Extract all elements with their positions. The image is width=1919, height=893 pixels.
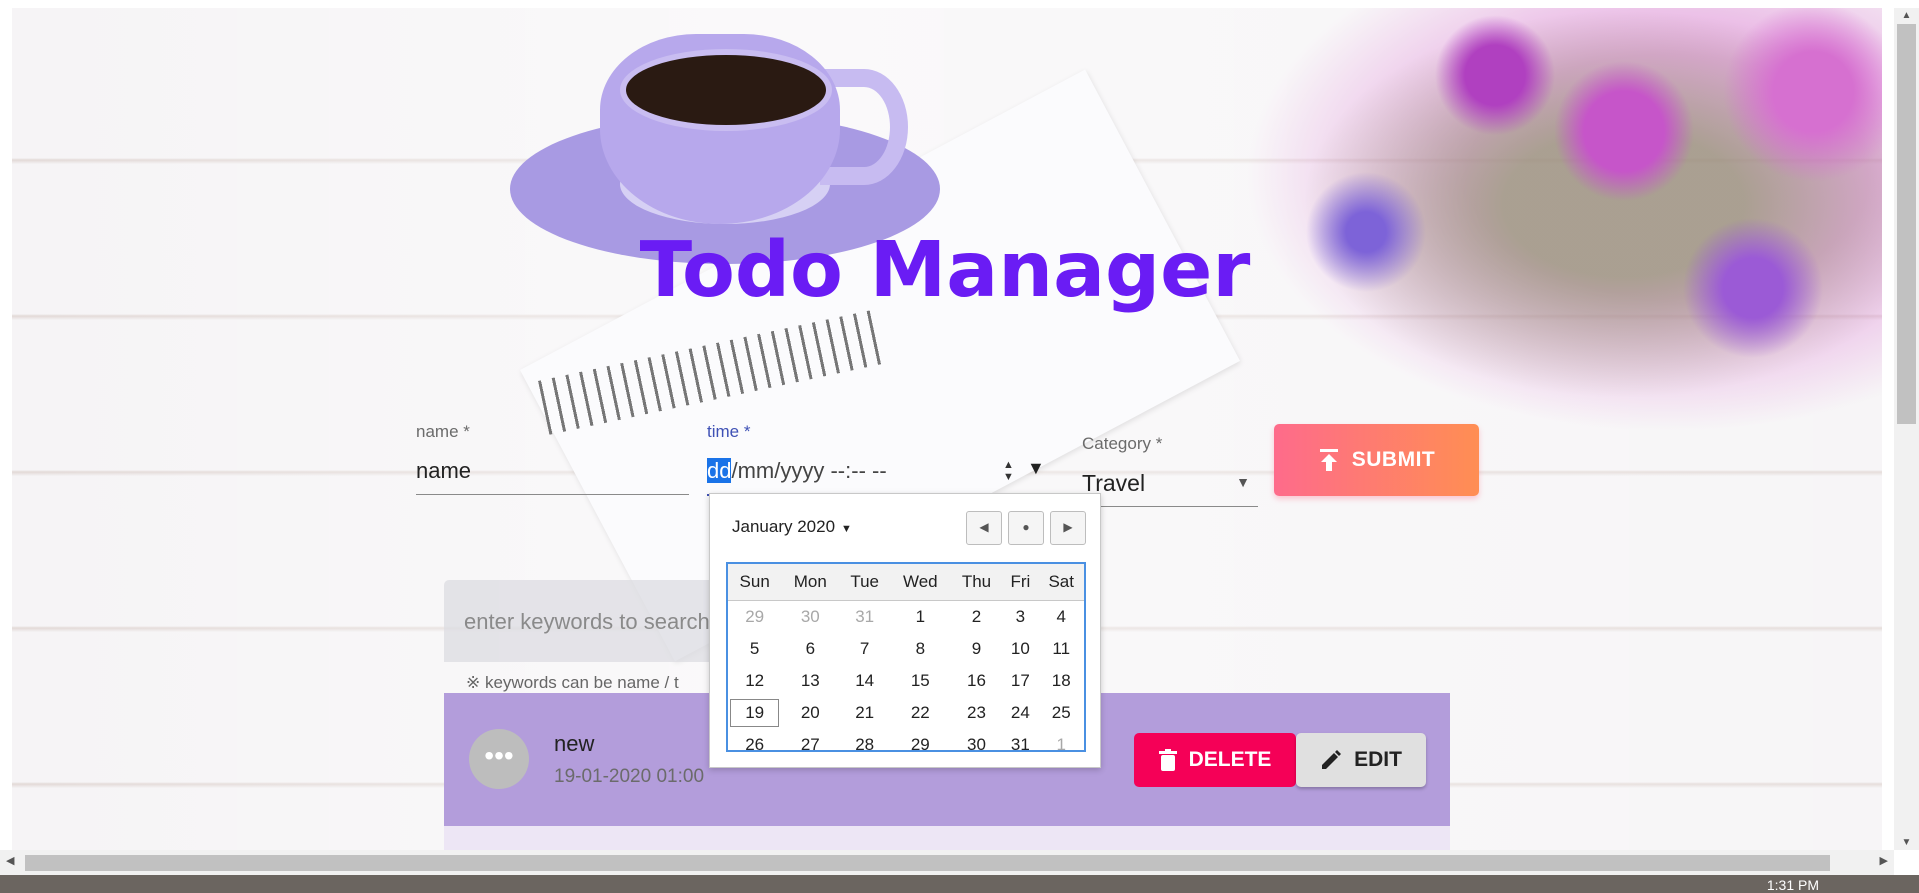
- calendar-day[interactable]: 15: [890, 665, 951, 697]
- name-field[interactable]: name * name: [416, 422, 689, 495]
- calendar-day[interactable]: 30: [781, 601, 839, 634]
- scrollbar-thumb[interactable]: [1897, 24, 1916, 424]
- calendar-day[interactable]: 1: [890, 601, 951, 634]
- calendar-day[interactable]: 29: [728, 601, 781, 634]
- weekday-header: Mon: [781, 564, 840, 601]
- calendar-day[interactable]: 18: [1038, 665, 1084, 697]
- time-spinner[interactable]: ▲ ▼: [1003, 459, 1014, 483]
- calendar-day[interactable]: 24: [1002, 697, 1038, 729]
- name-label: name *: [416, 422, 470, 441]
- calendar-day[interactable]: 5: [728, 633, 781, 665]
- category-select[interactable]: Category * Travel ▼: [1082, 434, 1258, 507]
- calendar-day[interactable]: 12: [728, 665, 781, 697]
- edit-label: EDIT: [1354, 748, 1402, 771]
- today-button[interactable]: ●: [1008, 511, 1044, 545]
- calendar-day[interactable]: 27: [781, 729, 839, 761]
- calendar-day[interactable]: 31: [839, 601, 890, 634]
- taskbar: 1:31 PM: [0, 875, 1919, 893]
- todo-item: [444, 826, 1450, 850]
- upload-icon: [1319, 449, 1338, 471]
- submit-label: SUBMIT: [1351, 448, 1436, 471]
- page-title: Todo Manager: [639, 226, 1251, 315]
- calendar-popup: January 2020 ▼ ◀ ● ▶ Sun Mon Tue Wed Thu Fri Sa…: [709, 493, 1101, 768]
- weekday-header: Tue: [839, 564, 890, 601]
- calendar-day[interactable]: 29: [890, 729, 951, 761]
- time-field[interactable]: time * dd/mm/yyyy --:-- --: [707, 422, 1037, 496]
- delete-label: DELETE: [1188, 748, 1272, 771]
- next-month-button[interactable]: ▶: [1050, 511, 1086, 545]
- scroll-left-icon[interactable]: ◀: [6, 854, 14, 867]
- submit-button[interactable]: SUBMIT: [1274, 424, 1479, 496]
- vertical-scrollbar[interactable]: ▲ ▼: [1894, 8, 1919, 850]
- weekday-header: Wed: [890, 564, 951, 601]
- todo-date: 19-01-2020 01:00: [554, 766, 705, 787]
- calendar-day[interactable]: 14: [839, 665, 890, 697]
- calendar-day[interactable]: 1: [1038, 729, 1084, 761]
- calendar-day[interactable]: 26: [728, 729, 781, 761]
- calendar-day[interactable]: 22: [890, 697, 951, 729]
- calendar-day[interactable]: 4: [1038, 601, 1084, 634]
- scroll-right-icon[interactable]: ▶: [1880, 854, 1888, 867]
- calendar-day[interactable]: 7: [839, 633, 890, 665]
- calendar-day[interactable]: 10: [1002, 633, 1038, 665]
- calendar-day[interactable]: 3: [1002, 601, 1038, 634]
- horizontal-scrollbar[interactable]: ◀ ▶: [0, 850, 1894, 875]
- todo-name: new: [554, 731, 595, 756]
- time-input[interactable]: dd/mm/yyyy --:-- --: [707, 458, 887, 484]
- taskbar-clock: 1:31 PM: [1766, 877, 1819, 893]
- calendar-day[interactable]: 23: [951, 697, 1003, 729]
- weekday-header: Fri: [1002, 564, 1039, 601]
- time-rest-segment[interactable]: /mm/yyyy --:-- --: [731, 458, 886, 483]
- search-hint: ※ keywords can be name / t: [466, 673, 679, 692]
- delete-button[interactable]: DELETE: [1134, 733, 1296, 787]
- calendar-day[interactable]: 16: [951, 665, 1003, 697]
- calendar-day[interactable]: 8: [890, 633, 951, 665]
- calendar-day[interactable]: 13: [781, 665, 839, 697]
- category-label: Category *: [1082, 434, 1163, 453]
- search-box[interactable]: [444, 580, 736, 662]
- calendar-day[interactable]: 30: [951, 729, 1003, 761]
- time-day-segment[interactable]: dd: [707, 458, 732, 483]
- calendar-day[interactable]: 21: [839, 697, 890, 729]
- search-input[interactable]: [462, 608, 736, 636]
- scroll-down-icon[interactable]: ▼: [1894, 837, 1919, 848]
- month-label: January 2020: [732, 517, 836, 536]
- caret-down-icon: ▼: [841, 523, 852, 535]
- pencil-icon: [1322, 750, 1342, 769]
- calendar-day[interactable]: 11: [1038, 633, 1084, 665]
- chevron-down-icon: ▼: [1236, 474, 1250, 490]
- edit-button[interactable]: EDIT: [1296, 733, 1426, 787]
- scroll-up-icon[interactable]: ▲: [1894, 10, 1919, 21]
- calendar-day[interactable]: 28: [839, 729, 890, 761]
- calendar-day[interactable]: 25: [1038, 697, 1084, 729]
- scrollbar-thumb[interactable]: [25, 855, 1830, 871]
- calendar-day[interactable]: 9: [951, 633, 1003, 665]
- calendar-day[interactable]: 20: [781, 697, 839, 729]
- name-input[interactable]: name: [416, 458, 471, 484]
- trash-icon: [1158, 749, 1177, 771]
- weekday-header: Thu: [950, 564, 1003, 601]
- calendar-day[interactable]: 6: [781, 633, 839, 665]
- time-label: time *: [707, 422, 751, 441]
- month-select[interactable]: January 2020 ▼: [732, 517, 852, 537]
- weekday-header: Sun: [728, 564, 782, 601]
- weekday-header: Sat: [1038, 564, 1084, 601]
- calendar-day[interactable]: 19: [728, 697, 781, 729]
- more-icon[interactable]: •••: [469, 729, 529, 789]
- prev-month-button[interactable]: ◀: [966, 511, 1002, 545]
- calendar-grid: Sun Mon Tue Wed Thu Fri Sat 29 30 31 1 2 3 4 5 6 7 8 9 10 1…: [726, 562, 1086, 754]
- calendar-day[interactable]: 2: [951, 601, 1003, 634]
- calendar-day[interactable]: 17: [1002, 665, 1038, 697]
- calendar-dropdown-icon[interactable]: ▼: [1027, 458, 1045, 479]
- calendar-day[interactable]: 31: [1002, 729, 1038, 761]
